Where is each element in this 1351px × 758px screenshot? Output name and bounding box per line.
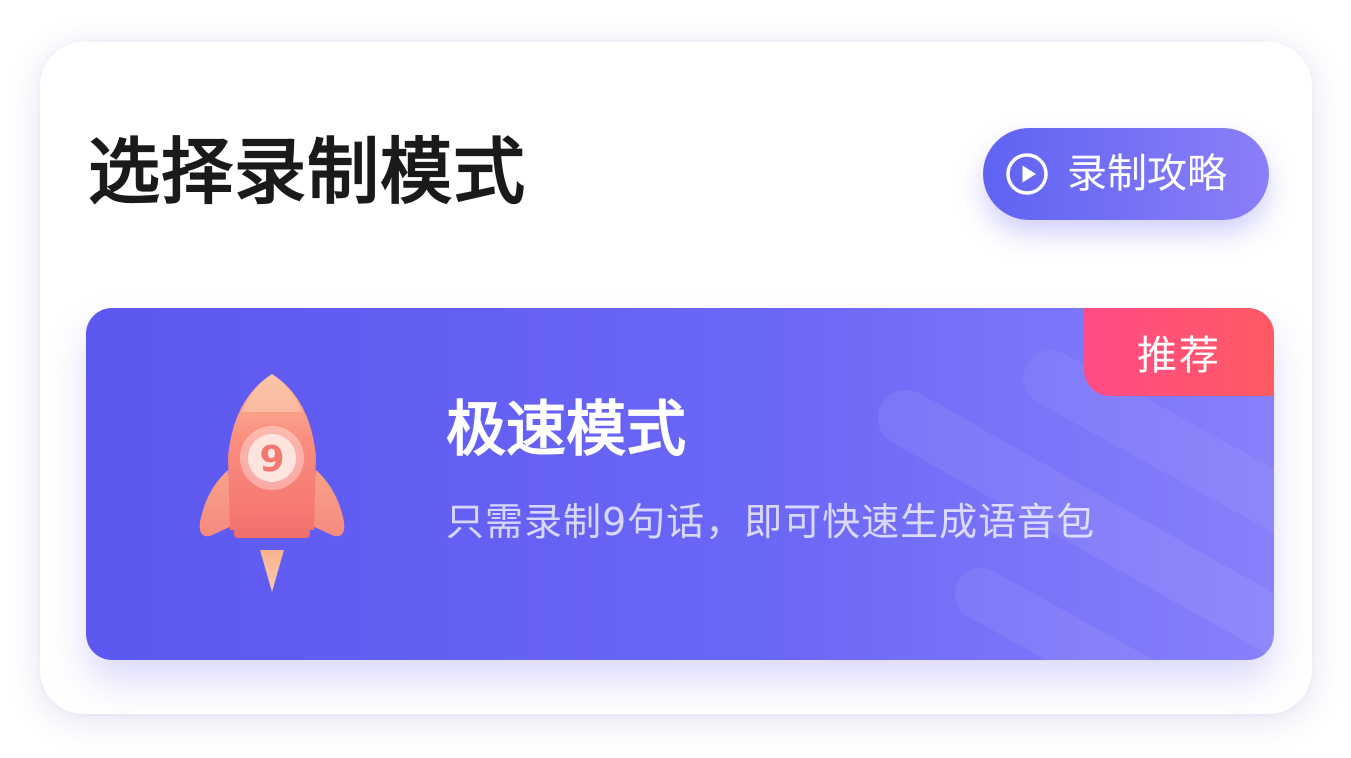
play-circle-icon <box>1006 153 1048 195</box>
recommended-badge-label: 推荐 <box>1137 333 1221 379</box>
recording-guide-label: 录制攻略 <box>1067 151 1227 197</box>
rocket-number: 9 <box>259 439 284 480</box>
recommended-badge: 推荐 <box>1084 308 1274 396</box>
rocket-icon: 9 <box>199 374 345 592</box>
fast-mode-card[interactable]: 推荐 9 极速模式 只需录制9句话，即可快速生成语音包 <box>86 308 1274 660</box>
recording-guide-button[interactable]: 录制攻略 <box>983 128 1269 220</box>
fast-mode-description: 只需录制9句话，即可快速生成语音包 <box>446 500 1096 544</box>
recording-mode-panel: 选择录制模式 录制攻略 推荐 9 极速模式 只需录制9句话，即可快速生成语音包 <box>40 42 1312 714</box>
fast-mode-title: 极速模式 <box>446 395 686 465</box>
page-title: 选择录制模式 <box>88 130 527 214</box>
